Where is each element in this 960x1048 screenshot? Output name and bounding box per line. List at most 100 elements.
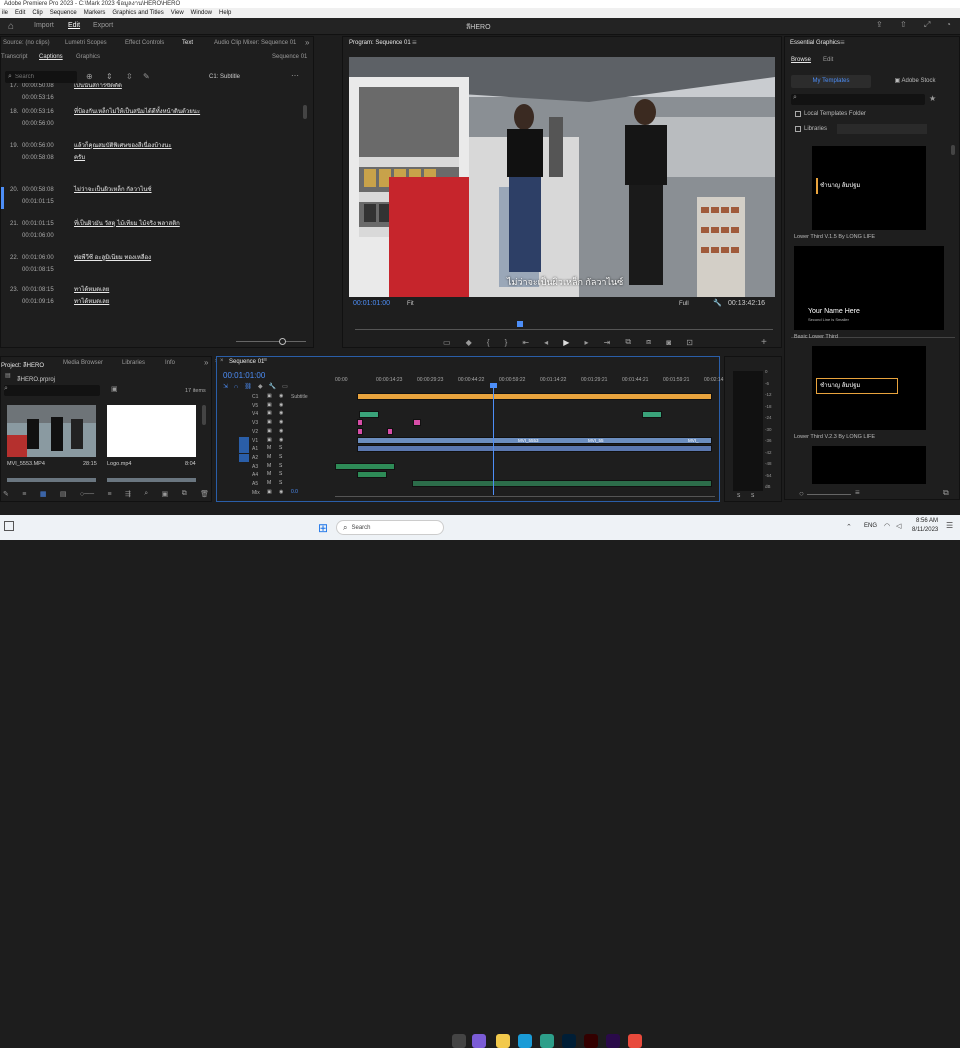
quality-select[interactable]: Full xyxy=(679,301,689,307)
a5-clip[interactable] xyxy=(412,480,712,487)
eye-icon[interactable]: ◉ xyxy=(279,428,283,434)
tab-media-browser[interactable]: Media Browser xyxy=(63,360,103,366)
adobe-stock-button[interactable]: ▣ Adobe Stock xyxy=(875,75,955,88)
tray-chevron-icon[interactable]: ⌃ xyxy=(846,523,852,531)
solo-right[interactable]: S xyxy=(751,493,754,499)
sort-icon[interactable]: ≡ xyxy=(107,491,111,498)
clock-date[interactable]: 8/11/2023 xyxy=(912,527,938,533)
file-explorer-icon[interactable] xyxy=(496,1034,510,1048)
tab-eg-edit[interactable]: Edit xyxy=(823,57,833,63)
tab-import[interactable]: Import xyxy=(34,22,54,29)
menu-item-window[interactable]: Window xyxy=(191,8,212,18)
mute-icon[interactable]: M xyxy=(267,480,271,486)
solo-icon[interactable]: S xyxy=(279,454,282,460)
menu-item-edit[interactable]: Edit xyxy=(15,8,25,18)
marker-icon[interactable]: ▭ xyxy=(443,338,451,347)
more-panels-icon[interactable]: » xyxy=(305,38,309,47)
start-icon[interactable]: ⊞ xyxy=(318,521,328,535)
mute-icon[interactable]: M xyxy=(267,471,271,477)
caption-text-line2[interactable]: ครับ xyxy=(74,152,85,164)
add-caption-icon[interactable]: ⊕ xyxy=(86,72,93,81)
new-bin-icon[interactable]: ▣ xyxy=(162,490,169,498)
chrome-icon[interactable] xyxy=(628,1034,642,1048)
v4-clip[interactable] xyxy=(642,411,662,418)
eye-icon[interactable]: ◉ xyxy=(279,419,283,425)
solo-icon[interactable]: S xyxy=(279,463,282,469)
caption-text[interactable]: ทาได้หมดเลย xyxy=(74,284,109,296)
timeline-tab[interactable]: Sequence 01 xyxy=(229,359,264,365)
track-target[interactable] xyxy=(239,419,249,427)
playhead-handle[interactable] xyxy=(490,383,497,388)
find-icon[interactable]: ⌕ xyxy=(144,490,148,498)
template-thumb-2[interactable]: Your Name Here Second Line is Smaller xyxy=(794,246,944,330)
panel-menu-icon[interactable]: ≡ xyxy=(840,38,845,47)
eye-icon[interactable]: ◉ xyxy=(279,437,283,443)
project-scrollbar[interactable] xyxy=(202,405,206,425)
nest-icon[interactable]: ⇲ xyxy=(223,383,228,390)
v3-clip[interactable] xyxy=(357,419,363,426)
tab-graphics[interactable]: Graphics xyxy=(76,54,100,60)
sync-lock-icon[interactable]: ▣ xyxy=(267,419,272,425)
zoom-slider[interactable] xyxy=(236,341,306,342)
trash-icon[interactable]: 🗑 xyxy=(200,490,209,498)
thumb-size-slider-icon[interactable]: ○ xyxy=(799,489,804,498)
eye-icon[interactable]: ◉ xyxy=(279,410,283,416)
new-bin-icon[interactable]: ▣ xyxy=(111,385,118,393)
menu-item-ile[interactable]: ile xyxy=(2,8,8,18)
add-marker-icon[interactable]: ◆ xyxy=(258,383,263,390)
mute-icon[interactable]: M xyxy=(267,454,271,460)
caption-item[interactable]: 22. 00:01:06:00 00:01:08:15 ท่อพีวีซี อะ… xyxy=(1,247,313,277)
menu-item-view[interactable]: View xyxy=(171,8,184,18)
caption-text[interactable]: แล้วก็คุณสมบัติพิเศษของสีเนื่องบ้างนะ xyxy=(74,140,172,152)
go-to-in-icon[interactable]: ⇤ xyxy=(522,338,529,347)
tab-source[interactable]: Source: (no clips) xyxy=(3,40,50,46)
mute-icon[interactable]: M xyxy=(267,463,271,469)
illustrator-icon[interactable] xyxy=(584,1034,598,1048)
mark-in-icon[interactable]: { xyxy=(487,338,490,347)
tab-libraries[interactable]: Libraries xyxy=(122,360,145,366)
solo-icon[interactable]: S xyxy=(279,471,282,477)
caption-item[interactable]: 18. 00:00:53:16 00:00:56:00 ที่ป้องกันเห… xyxy=(1,101,313,131)
menu-item-markers[interactable]: Markers xyxy=(84,8,106,18)
libraries-select[interactable] xyxy=(837,124,927,134)
template-search-input[interactable]: ⌕ xyxy=(791,94,925,105)
linked-selection-icon[interactable]: ⛓ xyxy=(244,383,252,390)
sync-lock-icon[interactable]: ▣ xyxy=(267,437,272,443)
add-button-icon[interactable]: + xyxy=(761,337,767,348)
taskbar-search[interactable]: ⌕ Search xyxy=(336,520,444,535)
timeline-playhead[interactable] xyxy=(493,385,494,495)
store-icon[interactable] xyxy=(518,1034,532,1048)
a1-clip[interactable] xyxy=(357,445,712,452)
solo-icon[interactable]: S xyxy=(279,480,282,486)
tab-browse[interactable]: Browse xyxy=(791,57,811,63)
tab-edit[interactable]: Edit xyxy=(68,22,80,29)
caption-text[interactable]: ท่อพีวีซี อะลูมิเนียม ทองเหลือง xyxy=(74,252,151,264)
freeform-view-icon[interactable]: ▤ xyxy=(60,490,67,498)
a3-clip[interactable] xyxy=(335,463,395,470)
subtitle-clip[interactable] xyxy=(357,393,712,400)
caption-search[interactable]: ⌕ xyxy=(5,71,77,83)
caption-scrollbar[interactable] xyxy=(303,105,307,119)
track-target[interactable] xyxy=(239,445,249,454)
track-target[interactable] xyxy=(239,436,249,445)
track-target[interactable] xyxy=(239,480,249,488)
search-input[interactable] xyxy=(15,74,71,80)
eye-icon[interactable]: ◉ xyxy=(279,402,283,408)
track-target[interactable] xyxy=(239,453,249,462)
v1-clip[interactable]: MVI_5553 MVI_55 MVI_ xyxy=(357,437,712,444)
project-thumb-4[interactable] xyxy=(107,478,196,482)
track-target[interactable] xyxy=(239,393,249,401)
premiere-icon[interactable] xyxy=(606,1034,620,1048)
step-forward-icon[interactable]: ▸ xyxy=(584,338,588,347)
quick-export-icon[interactable]: ⇪ xyxy=(876,20,883,29)
add-marker-icon[interactable]: ◆ xyxy=(466,338,472,347)
sync-lock-icon[interactable]: ▣ xyxy=(267,410,272,416)
program-timecode[interactable]: 00:01:01:00 xyxy=(353,300,390,307)
share-icon[interactable]: ⇧ xyxy=(900,20,907,29)
mark-out-icon[interactable]: } xyxy=(505,338,508,347)
libraries-checkbox[interactable]: Libraries xyxy=(795,126,827,132)
list-view-icon[interactable]: ≡ xyxy=(855,488,860,497)
a4-clip[interactable] xyxy=(357,471,387,478)
caption-text[interactable]: ที่ป้องกันเหล็กไม่ให้เป็นสนิมได้ดีทั้งหน… xyxy=(74,106,200,118)
track-target[interactable] xyxy=(239,428,249,436)
